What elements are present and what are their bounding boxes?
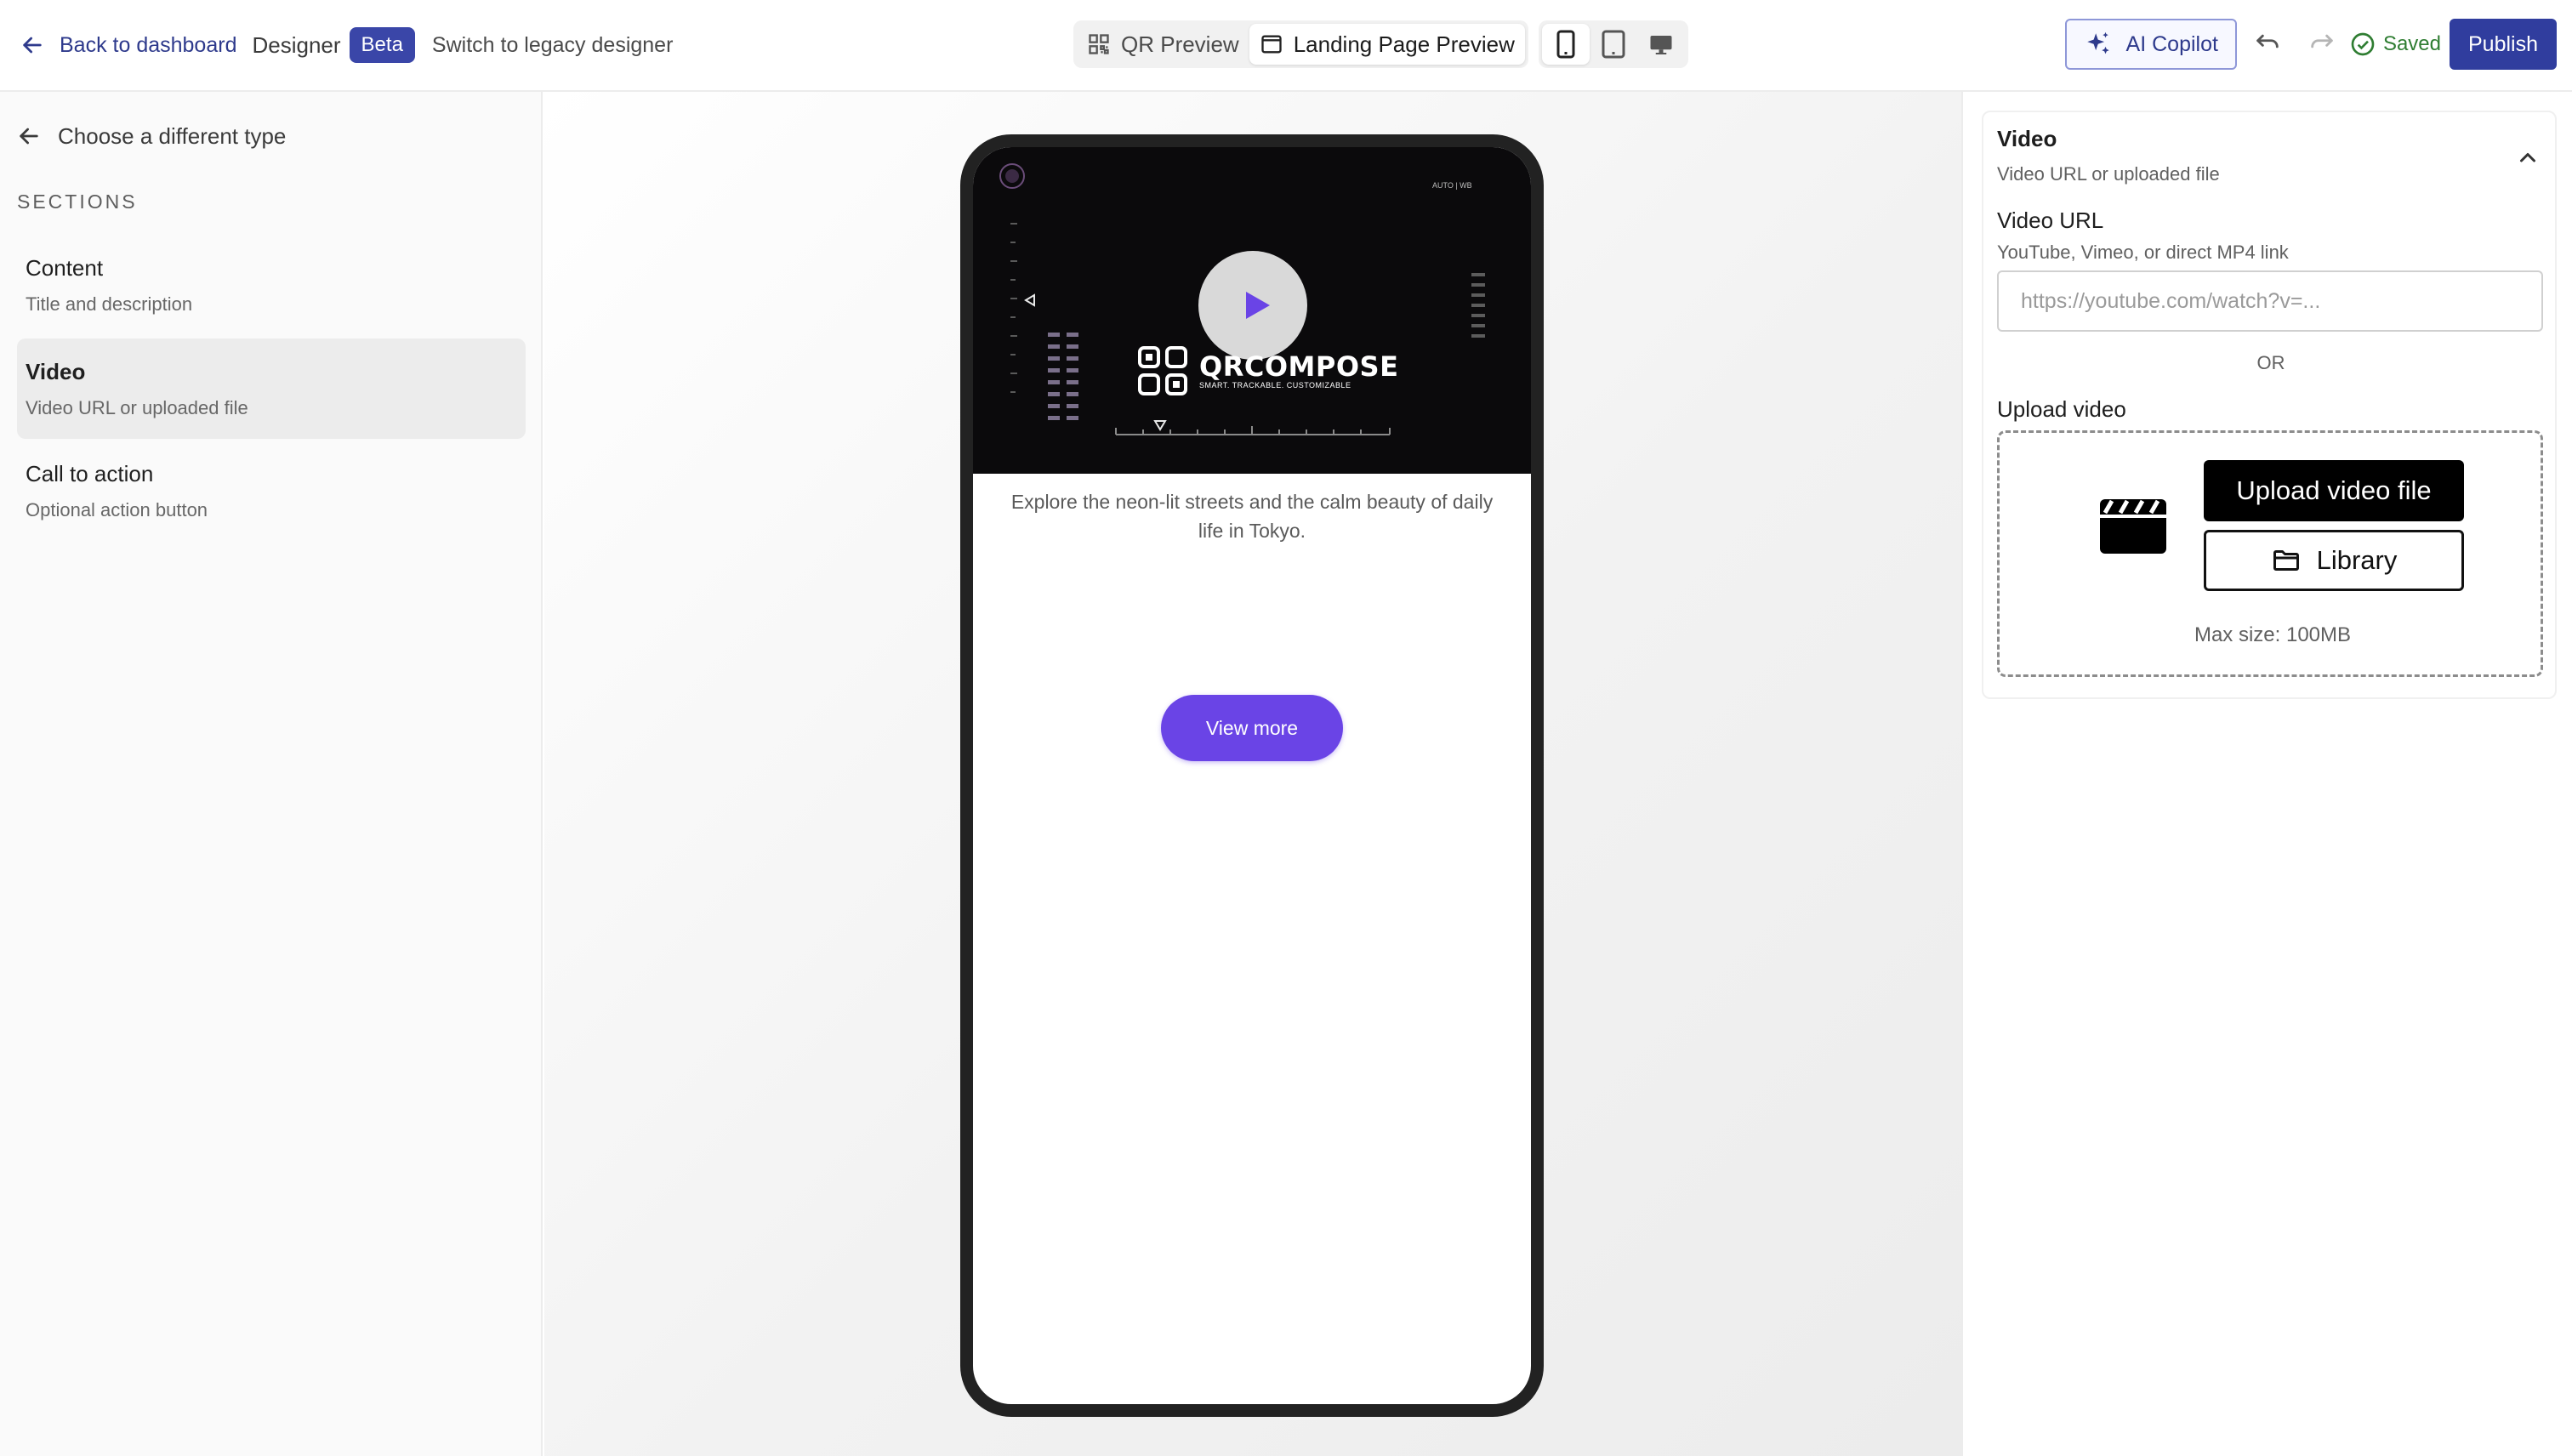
video-url-hint: YouTube, Vimeo, or direct MP4 link [1997,242,2289,263]
library-button[interactable]: Library [2204,530,2464,591]
qr-icon [1089,34,1109,54]
upload-video-label: Upload video [1997,396,2126,422]
hud-text: AUTO | WB [1432,181,1472,190]
card-title: Video [1997,126,2057,151]
phone-frame: AUTO | WB QRCOMPOSE SMART. TRACKABLE. CU… [960,134,1544,1417]
publish-button[interactable]: Publish [2450,19,2557,70]
beta-badge: Beta [349,27,415,63]
preview-canvas: AUTO | WB QRCOMPOSE SMART. TRACKABLE. CU… [544,92,1961,1456]
arrow-left-icon [20,128,38,145]
phone-icon [1556,30,1575,59]
max-size-note: Max size: 100MB [2194,623,2352,646]
preview-mode-switch: QR Preview Landing Page Preview [1073,20,1528,68]
video-brand-name: QRCOMPOSE [1199,350,1399,383]
back-to-dashboard-link[interactable]: Back to dashboard [19,31,236,59]
video-brand-overlay: QRCOMPOSE SMART. TRACKABLE. CUSTOMIZABLE [1135,343,1398,399]
section-subtitle: Video URL or uploaded file [26,397,248,418]
saved-label: Saved [2382,32,2441,55]
tab-landing-page-preview[interactable]: Landing Page Preview [1249,24,1525,65]
tablet-icon [1602,30,1625,59]
tab-landing-page-preview-label: Landing Page Preview [1293,31,1515,57]
properties-panel: Video Video URL or uploaded file Video U… [1961,92,2572,1456]
library-label: Library [2316,545,2398,575]
ai-copilot-button[interactable]: AI Copilot [2064,19,2237,70]
card-subtitle: Video URL or uploaded file [1997,163,2220,185]
saved-status: Saved [2349,31,2441,58]
chevron-up-icon[interactable] [2512,143,2543,173]
or-divider: OR [2256,352,2285,373]
redo-button[interactable] [2298,20,2346,68]
video-settings-card: Video Video URL or uploaded file Video U… [1982,111,2557,699]
section-title: Video [26,359,86,384]
designer-label: Designer [252,31,341,58]
browser-window-icon [1261,35,1282,54]
section-item-call-to-action[interactable]: Call to action Optional action button [17,441,526,541]
upload-dropzone[interactable]: Upload video file Library Max size: 100M… [1997,430,2543,677]
video-description: Explore the neon-lit streets and the cal… [1010,491,1494,542]
undo-icon [2256,34,2279,48]
view-more-button[interactable]: View more [1161,695,1343,761]
choose-different-type-label: Choose a different type [58,122,287,149]
play-icon [1246,292,1270,319]
choose-different-type-link[interactable]: Choose a different type [15,122,286,150]
sections-sidebar: Choose a different type SECTIONS Content… [0,92,543,1456]
switch-to-legacy-link[interactable]: Switch to legacy designer [432,33,673,58]
ai-copilot-label: AI Copilot [2125,31,2218,56]
section-title: Content [26,255,104,281]
device-switch [1538,20,1688,68]
upload-video-file-button[interactable]: Upload video file [2204,460,2464,521]
section-item-content[interactable]: Content Title and description [17,235,526,335]
section-subtitle: Title and description [26,293,193,315]
tab-qr-preview-label: QR Preview [1121,31,1239,57]
device-tablet-button[interactable] [1590,24,1637,65]
folder-icon [2273,550,2299,571]
redo-icon [2311,34,2333,48]
top-bar: Back to dashboard Designer Beta Switch t… [0,0,2572,92]
section-item-video[interactable]: Video Video URL or uploaded file [17,338,526,439]
back-to-dashboard-label: Back to dashboard [60,32,237,57]
device-desktop-button[interactable] [1637,24,1685,65]
qrcompose-logo-icon [1138,346,1187,395]
video-url-input[interactable] [1997,270,2543,332]
desktop-icon [1650,36,1672,54]
undo-button[interactable] [2244,20,2291,68]
sparkles-icon [2086,31,2109,54]
device-phone-button[interactable] [1541,24,1590,65]
section-title: Call to action [26,461,154,486]
section-subtitle: Optional action button [26,499,208,520]
video-url-label: Video URL [1997,208,2104,233]
tab-qr-preview[interactable]: QR Preview [1077,24,1249,65]
clapperboard-icon [2100,499,2166,554]
sections-heading: SECTIONS [17,191,138,213]
arrow-left-icon [23,37,42,54]
check-circle-icon [2351,32,2375,56]
video-player[interactable]: AUTO | WB QRCOMPOSE SMART. TRACKABLE. CU… [973,147,1531,474]
